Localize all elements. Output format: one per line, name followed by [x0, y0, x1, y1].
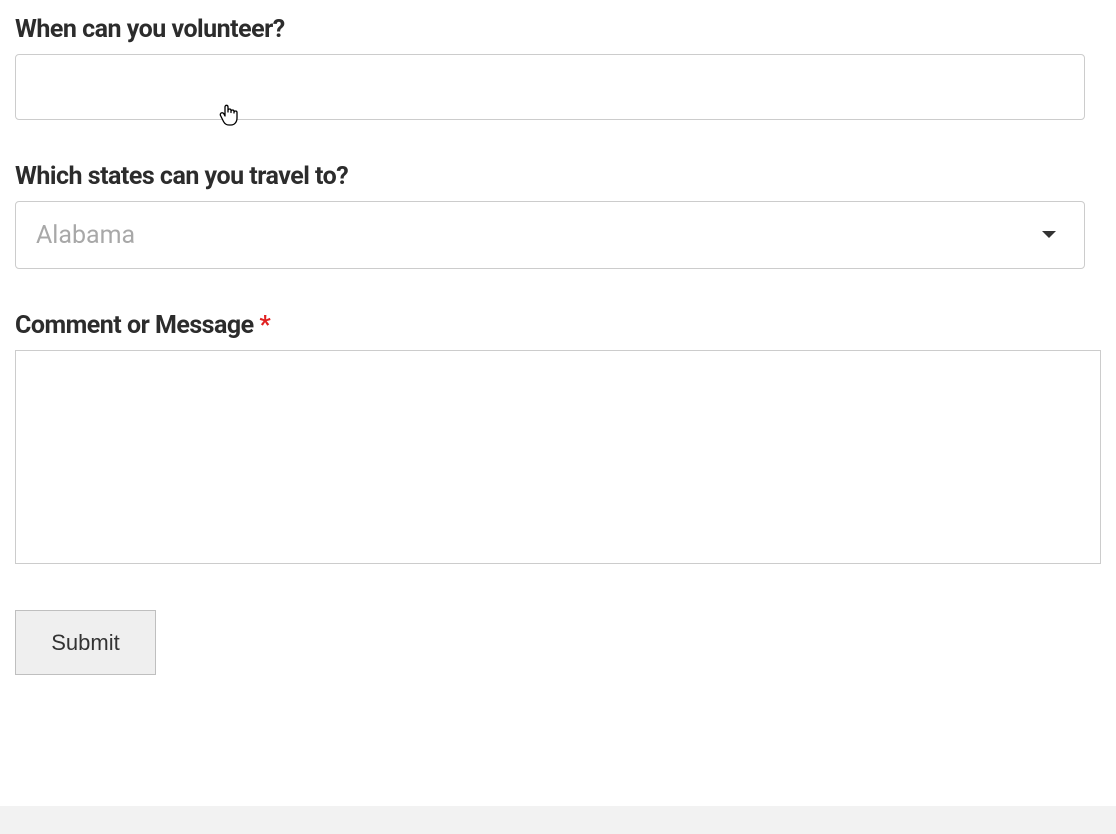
- comment-field-group: Comment or Message *: [15, 311, 1101, 568]
- required-asterisk: *: [259, 311, 270, 340]
- states-select[interactable]: Alabama: [15, 201, 1085, 269]
- footer-band: [0, 806, 1116, 834]
- volunteer-label: When can you volunteer?: [15, 15, 1101, 44]
- submit-button[interactable]: Submit: [15, 610, 156, 675]
- volunteer-input[interactable]: [15, 54, 1085, 120]
- volunteer-field-group: When can you volunteer?: [15, 15, 1101, 120]
- states-label: Which states can you travel to?: [15, 162, 1101, 191]
- comment-label: Comment or Message *: [15, 311, 1101, 340]
- states-selected-value: Alabama: [36, 221, 135, 250]
- states-field-group: Which states can you travel to? Alabama: [15, 162, 1101, 269]
- comment-textarea[interactable]: [15, 350, 1101, 564]
- states-select-wrapper: Alabama: [15, 201, 1085, 269]
- comment-label-text: Comment or Message: [15, 311, 259, 340]
